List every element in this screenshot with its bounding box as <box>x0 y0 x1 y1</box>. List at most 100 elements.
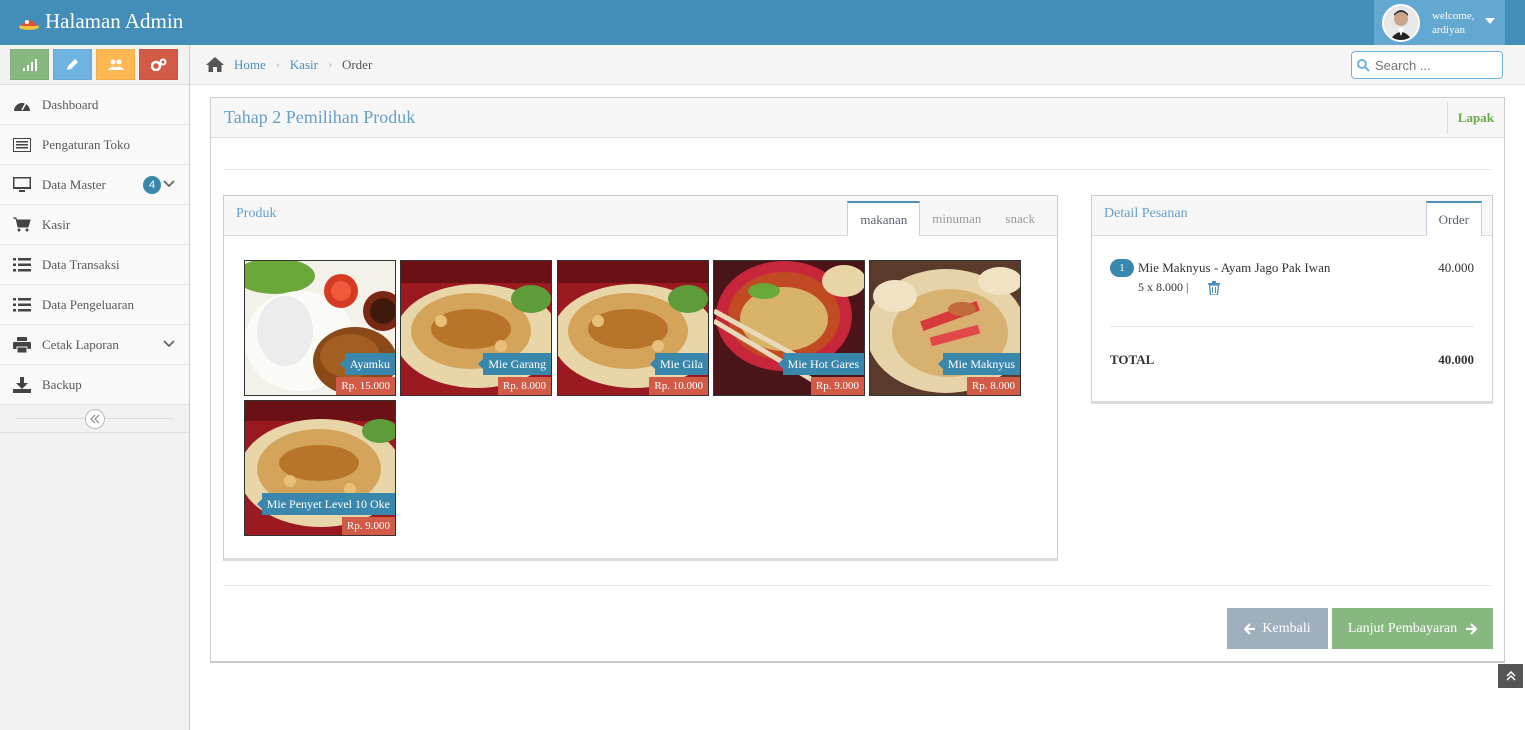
shortcut-users-button[interactable] <box>96 49 135 80</box>
count-badge: 4 <box>143 176 161 194</box>
product-image <box>714 261 864 395</box>
product-name: Ayamku <box>339 353 395 375</box>
sidebar: Dashboard Pengaturan Toko Data Master 4 … <box>0 45 190 730</box>
home-icon[interactable] <box>206 57 224 72</box>
produk-box: Produk makanan minuman snack Ayamku Rp. … <box>223 195 1058 561</box>
sidebar-item-data-pengeluaran[interactable]: Data Pengeluaran <box>0 285 189 325</box>
sidebar-collapse-button[interactable] <box>85 409 105 429</box>
chevron-down-icon <box>163 180 175 188</box>
product-price: Rp. 8.000 <box>966 377 1020 395</box>
kembali-label: Kembali <box>1262 620 1311 636</box>
user-info: welcome, ardiyan <box>1432 9 1474 37</box>
pencil-icon <box>67 59 78 70</box>
product-name: Mie Maknyus <box>938 353 1020 375</box>
shortcut-cogs-button[interactable] <box>139 49 178 80</box>
user-menu[interactable]: welcome, ardiyan <box>1374 0 1505 45</box>
product-card[interactable]: Mie Gila Rp. 10.000 <box>557 260 709 396</box>
detail-tabs: Order <box>1425 201 1482 236</box>
product-price: Rp. 15.000 <box>336 377 395 395</box>
double-chevron-up-icon <box>1505 671 1516 681</box>
sidebar-item-label: Data Pengeluaran <box>42 296 135 312</box>
sidebar-item-dashboard[interactable]: Dashboard <box>0 85 189 125</box>
list-icon <box>12 296 32 314</box>
breadcrumb-home-link[interactable]: Home <box>234 57 266 73</box>
total-value: 40.000 <box>1438 352 1474 367</box>
product-card[interactable]: Mie Maknyus Rp. 8.000 <box>869 260 1021 396</box>
arrow-right-icon <box>1466 622 1478 635</box>
product-image <box>558 261 708 395</box>
order-item-qty-price: 5 x 8.000 | <box>1138 280 1189 294</box>
tab-snack[interactable]: snack <box>993 202 1047 236</box>
product-image <box>401 261 551 395</box>
brand-title: Halaman Admin <box>45 9 184 33</box>
quantity-badge: 1 <box>1110 259 1134 277</box>
sidebar-item-backup[interactable]: Backup <box>0 365 189 405</box>
product-price: Rp. 9.000 <box>341 517 395 535</box>
product-name: Mie Hot Gares <box>777 353 864 375</box>
navbar: Halaman Admin welcome, ardiyan <box>0 0 1525 45</box>
sidebar-item-data-master[interactable]: Data Master 4 <box>0 165 189 205</box>
welcome-text: welcome, <box>1432 9 1475 22</box>
food-logo-icon <box>19 19 39 30</box>
scroll-top-button[interactable] <box>1498 664 1523 688</box>
sidebar-collapse <box>0 405 189 433</box>
sidebar-item-label: Backup <box>42 376 82 392</box>
avatar <box>1382 3 1420 42</box>
sidebar-item-data-transaksi[interactable]: Data Transaksi <box>0 245 189 285</box>
kembali-button[interactable]: Kembali <box>1227 608 1328 649</box>
sidebar-item-label: Kasir <box>42 216 71 232</box>
shortcut-signal-button[interactable] <box>10 49 49 80</box>
breadcrumb-current: Order <box>341 56 373 72</box>
tab-makanan[interactable]: makanan <box>847 201 921 236</box>
product-card[interactable]: Mie Hot Gares Rp. 9.000 <box>713 260 865 396</box>
search-icon <box>1357 58 1370 72</box>
product-name: Mie Gila <box>650 353 708 375</box>
tab-order[interactable]: Order <box>1425 201 1482 236</box>
breadcrumb-kasir-link[interactable]: Kasir <box>290 57 318 73</box>
brand-link[interactable]: Halaman Admin <box>18 9 183 34</box>
search-input[interactable] <box>1375 57 1495 73</box>
order-item-name: Mie Maknyus - Ayam Jago Pak Iwan <box>1138 260 1331 275</box>
sidebar-item-label: Dashboard <box>42 96 99 112</box>
product-image <box>245 401 395 535</box>
product-card[interactable]: Mie Garang Rp. 8.000 <box>400 260 552 396</box>
users-icon <box>107 59 124 70</box>
shortcut-pencil-button[interactable] <box>53 49 92 80</box>
cart-icon <box>12 216 32 234</box>
divider <box>224 585 1491 586</box>
product-price: Rp. 9.000 <box>810 377 864 395</box>
caret-down-icon <box>1485 18 1495 24</box>
product-name: Mie Penyet Level 10 Oke <box>256 493 395 515</box>
username-text: ardiyan <box>1432 23 1465 36</box>
sidebar-item-label: Pengaturan Toko <box>42 136 131 152</box>
produk-title: Produk <box>236 206 277 221</box>
sidebar-item-cetak-laporan[interactable]: Cetak Laporan <box>0 325 189 365</box>
trash-icon[interactable] <box>1208 280 1221 295</box>
breadcrumb-separator-icon: › <box>327 57 332 71</box>
tab-minuman[interactable]: minuman <box>920 202 993 236</box>
divider <box>224 169 1491 170</box>
product-price: Rp. 10.000 <box>649 377 708 395</box>
product-image <box>870 261 1020 395</box>
sidebar-item-kasir[interactable]: Kasir <box>0 205 189 245</box>
product-card[interactable]: Mie Penyet Level 10 Oke Rp. 9.000 <box>244 400 396 536</box>
product-card[interactable]: Ayamku Rp. 15.000 <box>244 260 396 396</box>
list-alt-icon <box>12 136 32 154</box>
search-box <box>1351 51 1503 79</box>
breadcrumb-separator-icon: › <box>275 57 280 71</box>
cogs-icon <box>150 58 166 71</box>
page-title: Tahap 2 Pemilihan Produk <box>224 107 416 127</box>
sidebar-item-pengaturan-toko[interactable]: Pengaturan Toko <box>0 125 189 165</box>
signal-icon <box>22 58 37 71</box>
list-icon <box>12 256 32 274</box>
divider <box>1110 326 1474 327</box>
product-image <box>245 261 395 395</box>
lapak-link[interactable]: Lapak <box>1446 102 1504 134</box>
widget-header: Tahap 2 Pemilihan Produk Lapak <box>211 98 1504 138</box>
lanjut-pembayaran-button[interactable]: Lanjut Pembayaran <box>1332 608 1493 649</box>
print-icon <box>12 336 32 354</box>
total-label: TOTAL <box>1110 352 1155 367</box>
detail-pesanan-box: Detail Pesanan Order 1 Mie Maknyus - Aya… <box>1091 195 1493 404</box>
detail-header: Detail Pesanan Order <box>1092 196 1492 236</box>
sidebar-item-label: Cetak Laporan <box>42 336 119 352</box>
